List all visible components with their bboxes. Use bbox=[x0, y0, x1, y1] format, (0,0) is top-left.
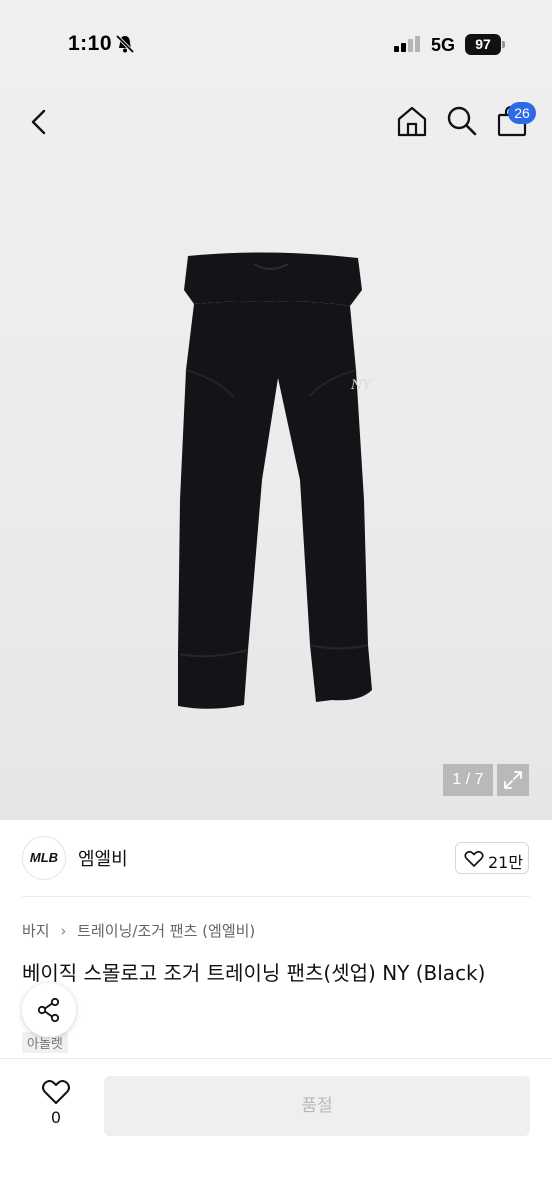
home-icon bbox=[397, 106, 427, 137]
sold-out-button[interactable]: 품절 bbox=[104, 1076, 530, 1136]
seller-like-count: 21만 bbox=[488, 853, 524, 872]
image-counter: 1 / 7 bbox=[443, 764, 493, 796]
network-type: 5G bbox=[431, 35, 456, 55]
battery-tip bbox=[502, 41, 505, 48]
expand-icon bbox=[504, 771, 522, 789]
svg-text:NY: NY bbox=[350, 378, 372, 393]
product-title: 베이직 스몰로고 조거 트레이닝 팬츠(셋업) NY (Black) bbox=[22, 961, 486, 985]
chevron-right-icon: › bbox=[60, 922, 67, 940]
bell-slash-icon bbox=[115, 34, 135, 54]
breadcrumb-category[interactable]: 바지 bbox=[22, 922, 50, 940]
share-icon bbox=[37, 997, 60, 1023]
heart-icon bbox=[464, 850, 484, 867]
chevron-left-icon bbox=[31, 109, 46, 135]
home-button[interactable] bbox=[395, 104, 429, 138]
search-icon bbox=[447, 106, 477, 136]
seller-name[interactable]: 엠엘비 bbox=[78, 845, 128, 871]
expand-image-button[interactable] bbox=[497, 764, 529, 796]
wish-count: 0 bbox=[50, 1108, 62, 1127]
breadcrumb: 바지 › 트레이닝/조거 팬츠 (엠엘비) bbox=[22, 920, 255, 941]
product-image: NY bbox=[178, 252, 372, 709]
back-button[interactable] bbox=[26, 106, 54, 138]
battery-level: 97 bbox=[465, 34, 501, 55]
breadcrumb-subcategory[interactable]: 트레이닝/조거 팬츠 (엠엘비) bbox=[77, 922, 255, 940]
cart-count-badge: 26 bbox=[508, 102, 536, 124]
seller-like-button[interactable]: 21만 bbox=[455, 842, 529, 874]
share-button[interactable] bbox=[22, 983, 76, 1037]
wish-button[interactable]: 0 bbox=[36, 1078, 76, 1134]
seller-logo[interactable]: MLB bbox=[22, 836, 66, 880]
heart-icon bbox=[42, 1080, 70, 1104]
search-button[interactable] bbox=[445, 104, 479, 138]
status-time: 1:10 bbox=[68, 32, 113, 55]
status-bar: 1:10 5G 97 bbox=[0, 0, 552, 90]
divider bbox=[22, 896, 530, 897]
signal-icon bbox=[394, 36, 420, 52]
